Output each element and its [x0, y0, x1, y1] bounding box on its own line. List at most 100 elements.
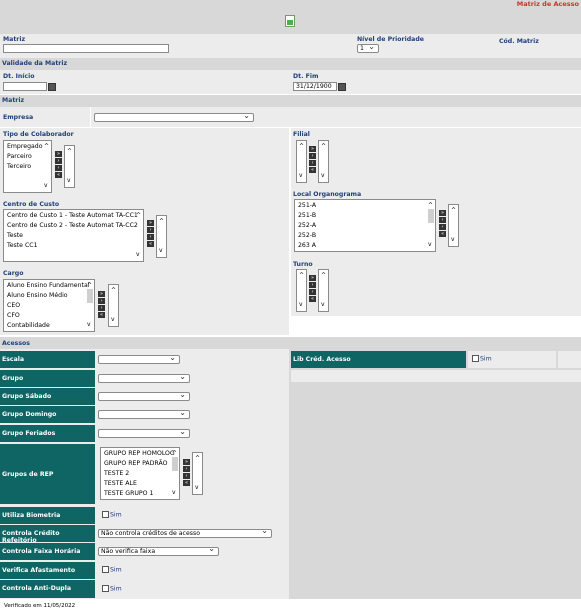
sim-label: Sim [110, 566, 122, 574]
grupo-feriados-select[interactable] [98, 427, 190, 438]
list-item[interactable]: Aluno Ensino Fundamental [4, 281, 94, 291]
scrollbar[interactable]: ^ v [172, 449, 178, 498]
afastamento-checkbox[interactable] [102, 566, 109, 573]
local-org-label: Local Organograma [293, 191, 362, 198]
scrollbar[interactable]: ^ v [321, 271, 327, 310]
move-buttons[interactable]: » › ‹ « [98, 291, 105, 319]
centro-custo-list[interactable]: Centro de Custo 1 - Teste Automat TA-CC1… [3, 209, 144, 262]
scrollbar[interactable]: ^ v [159, 217, 165, 256]
list-item[interactable]: 252-B [295, 231, 435, 241]
tipo-colab-label: Tipo de Colaborador [3, 131, 74, 138]
grupo-feriados-label-cell: Grupo Feriados [0, 425, 95, 442]
list-item[interactable]: Aluno Ensino Médio [4, 291, 94, 301]
list-item[interactable]: Teste CC1 [4, 241, 143, 251]
move-buttons[interactable]: » › ‹ « [439, 210, 446, 238]
anti-dupla-value: Sim [102, 585, 122, 593]
tipo-colab-selected-list[interactable]: ^ v [64, 145, 75, 188]
empresa-select[interactable] [94, 111, 254, 122]
anti-dupla-label-cell: Controla Anti-Dupla [0, 580, 95, 598]
sim-label: Sim [110, 511, 122, 519]
turno-label: Turno [293, 261, 313, 268]
credito-select[interactable]: Não controla créditos de acesso [98, 527, 272, 538]
move-buttons[interactable]: » › ‹ « [309, 146, 316, 174]
move-buttons[interactable]: » › ‹ « [183, 459, 190, 487]
matriz-section [0, 95, 581, 107]
calendar-icon[interactable] [338, 83, 346, 91]
sim-label: Sim [480, 355, 492, 363]
filial-list[interactable]: ^ v [296, 140, 307, 183]
list-item[interactable]: Centro de Custo 1 - Teste Automat TA-CC1 [4, 211, 143, 221]
list-item[interactable]: GRUPO REP HOMOLOG [101, 449, 179, 459]
list-item[interactable]: 263 A [295, 241, 435, 251]
acessos-right [289, 349, 581, 599]
biometria-checkbox[interactable] [102, 511, 109, 518]
move-buttons[interactable]: » › ‹ « [147, 220, 154, 248]
grupo-domingo-label: Grupo Domingo [2, 411, 57, 418]
scrollbar[interactable]: ^ v [111, 286, 117, 325]
turno-list[interactable]: ^ v [296, 269, 307, 312]
faixa-select[interactable]: Não verifica faixa [98, 545, 219, 556]
grupo-select[interactable] [98, 372, 190, 383]
turno-selected-list[interactable]: ^ v [318, 269, 329, 312]
scrollbar[interactable]: ^ v [321, 142, 327, 181]
list-item[interactable]: 251-B [295, 211, 435, 221]
list-item[interactable]: GRUPO REP PADRÃO [101, 459, 179, 469]
move-buttons[interactable]: » › ‹ « [309, 275, 316, 303]
list-item[interactable]: Contabilidade [4, 321, 94, 331]
scrollbar[interactable]: ^ v [451, 206, 457, 245]
grupo-domingo-select[interactable] [98, 408, 190, 419]
prioridade-label: Nível de Prioridade [357, 36, 424, 43]
spacer-row [291, 370, 581, 382]
faixa-label-cell: Controla Faixa Horária [0, 543, 95, 560]
calendar-icon[interactable] [48, 83, 56, 91]
anti-dupla-checkbox[interactable] [102, 585, 109, 592]
afastamento-label-cell: Verifica Afastamento [0, 562, 95, 579]
empresa-label: Empresa [3, 114, 34, 121]
credito-label-cell: Controla Crédito Refeitório [0, 525, 95, 544]
list-item[interactable]: 251-A [295, 201, 435, 211]
cargo-selected-list[interactable]: ^ v [108, 284, 119, 327]
list-item[interactable]: TESTE ALE [101, 479, 179, 489]
cargo-list[interactable]: Aluno Ensino Fundamental Aluno Ensino Mé… [3, 279, 95, 332]
list-item[interactable]: CEO [4, 301, 94, 311]
list-item[interactable]: Teste [4, 231, 143, 241]
dt-inicio-input[interactable] [3, 82, 47, 91]
sim-label: Sim [110, 585, 122, 593]
credito-label: Controla Crédito Refeitório [2, 530, 60, 544]
scrollbar[interactable]: ^ v [44, 142, 50, 191]
dt-fim-label: Dt. Fim [293, 73, 319, 80]
new-document-icon[interactable] [285, 15, 295, 27]
local-org-selected-list[interactable]: ^ v [448, 204, 459, 247]
matriz-input[interactable] [3, 44, 169, 53]
grupo-sabado-select[interactable] [98, 390, 190, 401]
centro-custo-selected-list[interactable]: ^ v [156, 215, 167, 258]
list-item[interactable]: 252-A [295, 221, 435, 231]
scrollbar[interactable]: ^ v [299, 142, 305, 181]
scrollbar[interactable]: ^ v [195, 454, 201, 493]
prioridade-select[interactable]: 1 [357, 42, 379, 53]
grupo-label: Grupo [2, 375, 24, 382]
dt-fim-input[interactable]: 31/12/1900 [293, 82, 337, 91]
list-item[interactable]: TESTE 2 [101, 469, 179, 479]
scrollbar[interactable]: ^ v [428, 201, 434, 250]
tipo-colab-list[interactable]: Empregado Parceiro Terceiro ^ v [3, 140, 52, 193]
list-item[interactable]: CFO [4, 311, 94, 321]
local-org-list[interactable]: 251-A 251-B 252-A 252-B 263 A ^ v [294, 199, 436, 252]
afastamento-label: Verifica Afastamento [2, 567, 76, 574]
filial-selected-list[interactable]: ^ v [318, 140, 329, 183]
grupos-rep-selected-list[interactable]: ^ v [192, 452, 203, 495]
escala-label-cell: Escala [0, 351, 95, 368]
list-item[interactable]: TESTE GRUPO 1 [101, 489, 179, 499]
escala-select[interactable] [98, 353, 180, 364]
filial-label: Filial [293, 131, 310, 138]
afastamento-value: Sim [102, 566, 122, 574]
extra-cell [558, 351, 581, 368]
list-item[interactable]: Centro de Custo 2 - Teste Automat TA-CC2 [4, 221, 143, 231]
grupos-rep-list[interactable]: GRUPO REP HOMOLOG GRUPO REP PADRÃO TESTE… [100, 447, 180, 500]
scrollbar[interactable]: ^ v [67, 147, 73, 186]
scrollbar[interactable]: ^ v [87, 281, 93, 330]
scrollbar[interactable]: ^ v [136, 211, 142, 260]
scrollbar[interactable]: ^ v [299, 271, 305, 310]
move-buttons[interactable]: » › ‹ « [55, 151, 62, 179]
lib-cred-checkbox[interactable] [472, 355, 479, 362]
